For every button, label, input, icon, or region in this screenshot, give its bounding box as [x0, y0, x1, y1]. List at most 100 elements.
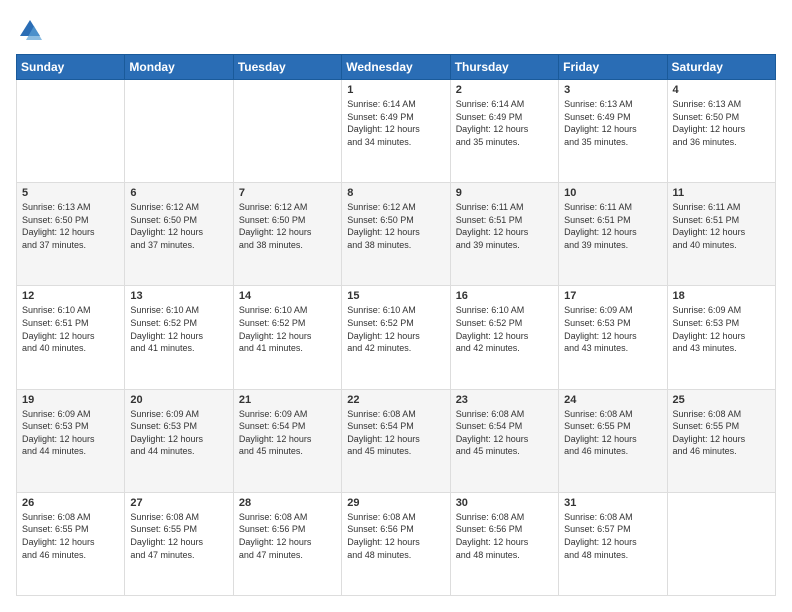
calendar-cell: 2Sunrise: 6:14 AMSunset: 6:49 PMDaylight…: [450, 80, 558, 183]
calendar-cell: [17, 80, 125, 183]
day-number: 7: [239, 187, 336, 199]
day-header-saturday: Saturday: [667, 55, 775, 80]
calendar-cell: 11 Sunrise: 6:11 AMSunset: 6:51 PMDayligh…: [667, 183, 775, 286]
day-info: Sunrise: 6:10 AMSunset: 6:51 PMDaylight:…: [22, 304, 119, 354]
day-header-monday: Monday: [125, 55, 233, 80]
calendar-cell: 18 Sunrise: 6:09 AMSunset: 6:53 PMDayligh…: [667, 286, 775, 389]
day-number: 17: [564, 290, 661, 302]
day-info: Sunrise: 6:10 AMSunset: 6:52 PMDaylight:…: [239, 304, 336, 354]
day-number: 12: [22, 290, 119, 302]
day-number: 28: [239, 497, 336, 509]
calendar-cell: [125, 80, 233, 183]
day-info: Sunrise: 6:08 AMSunset: 6:54 PMDaylight:…: [456, 408, 553, 458]
day-info: Sunrise: 6:12 AMSunset: 6:50 PMDaylight:…: [347, 201, 444, 251]
calendar-cell: 31 Sunrise: 6:08 AMSunset: 6:57 PMDayligh…: [559, 492, 667, 595]
day-info: Sunrise: 6:13 AMSunset: 6:49 PMDaylight:…: [564, 98, 661, 148]
calendar-cell: 1Sunrise: 6:14 AMSunset: 6:49 PMDaylight…: [342, 80, 450, 183]
week-row-3: 12 Sunrise: 6:10 AMSunset: 6:51 PMDayligh…: [17, 286, 776, 389]
day-number: 3: [564, 84, 661, 96]
day-number: 27: [130, 497, 227, 509]
calendar-cell: 22 Sunrise: 6:08 AMSunset: 6:54 PMDayligh…: [342, 389, 450, 492]
day-info: Sunrise: 6:12 AMSunset: 6:50 PMDaylight:…: [239, 201, 336, 251]
day-header-thursday: Thursday: [450, 55, 558, 80]
calendar-cell: 15 Sunrise: 6:10 AMSunset: 6:52 PMDayligh…: [342, 286, 450, 389]
day-number: 31: [564, 497, 661, 509]
calendar-cell: 3 Sunrise: 6:13 AMSunset: 6:49 PMDaylight…: [559, 80, 667, 183]
calendar-cell: 10 Sunrise: 6:11 AMSunset: 6:51 PMDayligh…: [559, 183, 667, 286]
day-number: 23: [456, 394, 553, 406]
day-number: 21: [239, 394, 336, 406]
day-number: 13: [130, 290, 227, 302]
day-number: 6: [130, 187, 227, 199]
calendar-cell: 14 Sunrise: 6:10 AMSunset: 6:52 PMDayligh…: [233, 286, 341, 389]
day-number: 18: [673, 290, 770, 302]
calendar-cell: 19Sunrise: 6:09 AMSunset: 6:53 PMDayligh…: [17, 389, 125, 492]
day-number: 10: [564, 187, 661, 199]
week-row-4: 19Sunrise: 6:09 AMSunset: 6:53 PMDayligh…: [17, 389, 776, 492]
week-row-2: 5 Sunrise: 6:13 AMSunset: 6:50 PMDaylight…: [17, 183, 776, 286]
calendar-cell: 8 Sunrise: 6:12 AMSunset: 6:50 PMDaylight…: [342, 183, 450, 286]
day-info: Sunrise: 6:08 AMSunset: 6:55 PMDaylight:…: [564, 408, 661, 458]
calendar-cell: 20Sunrise: 6:09 AMSunset: 6:53 PMDayligh…: [125, 389, 233, 492]
day-number: 15: [347, 290, 444, 302]
header: [16, 16, 776, 44]
calendar-cell: 16Sunrise: 6:10 AMSunset: 6:52 PMDayligh…: [450, 286, 558, 389]
week-row-1: 1Sunrise: 6:14 AMSunset: 6:49 PMDaylight…: [17, 80, 776, 183]
day-number: 25: [673, 394, 770, 406]
day-number: 11: [673, 187, 770, 199]
day-info: Sunrise: 6:09 AMSunset: 6:53 PMDaylight:…: [564, 304, 661, 354]
calendar-cell: 21Sunrise: 6:09 AMSunset: 6:54 PMDayligh…: [233, 389, 341, 492]
day-header-sunday: Sunday: [17, 55, 125, 80]
calendar-cell: 24 Sunrise: 6:08 AMSunset: 6:55 PMDayligh…: [559, 389, 667, 492]
calendar-cell: 7 Sunrise: 6:12 AMSunset: 6:50 PMDaylight…: [233, 183, 341, 286]
calendar-cell: 27Sunrise: 6:08 AMSunset: 6:55 PMDayligh…: [125, 492, 233, 595]
calendar-cell: 30 Sunrise: 6:08 AMSunset: 6:56 PMDayligh…: [450, 492, 558, 595]
day-number: 14: [239, 290, 336, 302]
day-number: 30: [456, 497, 553, 509]
calendar-cell: 29 Sunrise: 6:08 AMSunset: 6:56 PMDayligh…: [342, 492, 450, 595]
day-info: Sunrise: 6:12 AMSunset: 6:50 PMDaylight:…: [130, 201, 227, 251]
logo-icon: [16, 16, 44, 44]
day-info: Sunrise: 6:10 AMSunset: 6:52 PMDaylight:…: [347, 304, 444, 354]
week-row-5: 26 Sunrise: 6:08 AMSunset: 6:55 PMDayligh…: [17, 492, 776, 595]
calendar-cell: [667, 492, 775, 595]
day-info: Sunrise: 6:11 AMSunset: 6:51 PMDaylight:…: [456, 201, 553, 251]
day-info: Sunrise: 6:13 AMSunset: 6:50 PMDaylight:…: [22, 201, 119, 251]
calendar-cell: [233, 80, 341, 183]
day-info: Sunrise: 6:09 AMSunset: 6:53 PMDaylight:…: [22, 408, 119, 458]
day-header-friday: Friday: [559, 55, 667, 80]
day-number: 5: [22, 187, 119, 199]
calendar-cell: 28Sunrise: 6:08 AMSunset: 6:56 PMDayligh…: [233, 492, 341, 595]
day-info: Sunrise: 6:14 AMSunset: 6:49 PMDaylight:…: [347, 98, 444, 148]
page: SundayMondayTuesdayWednesdayThursdayFrid…: [0, 0, 792, 612]
day-number: 24: [564, 394, 661, 406]
day-number: 22: [347, 394, 444, 406]
logo: [16, 16, 48, 44]
day-info: Sunrise: 6:11 AMSunset: 6:51 PMDaylight:…: [673, 201, 770, 251]
calendar-cell: 6 Sunrise: 6:12 AMSunset: 6:50 PMDaylight…: [125, 183, 233, 286]
day-info: Sunrise: 6:08 AMSunset: 6:56 PMDaylight:…: [347, 511, 444, 561]
day-info: Sunrise: 6:09 AMSunset: 6:53 PMDaylight:…: [673, 304, 770, 354]
day-number: 16: [456, 290, 553, 302]
day-number: 29: [347, 497, 444, 509]
day-number: 8: [347, 187, 444, 199]
day-number: 26: [22, 497, 119, 509]
calendar-cell: 12 Sunrise: 6:10 AMSunset: 6:51 PMDayligh…: [17, 286, 125, 389]
calendar-cell: 9 Sunrise: 6:11 AMSunset: 6:51 PMDaylight…: [450, 183, 558, 286]
day-info: Sunrise: 6:09 AMSunset: 6:53 PMDaylight:…: [130, 408, 227, 458]
day-info: Sunrise: 6:13 AMSunset: 6:50 PMDaylight:…: [673, 98, 770, 148]
day-info: Sunrise: 6:08 AMSunset: 6:56 PMDaylight:…: [456, 511, 553, 561]
day-header-wednesday: Wednesday: [342, 55, 450, 80]
day-info: Sunrise: 6:08 AMSunset: 6:55 PMDaylight:…: [673, 408, 770, 458]
day-info: Sunrise: 6:08 AMSunset: 6:57 PMDaylight:…: [564, 511, 661, 561]
day-info: Sunrise: 6:08 AMSunset: 6:55 PMDaylight:…: [22, 511, 119, 561]
day-info: Sunrise: 6:08 AMSunset: 6:54 PMDaylight:…: [347, 408, 444, 458]
day-info: Sunrise: 6:11 AMSunset: 6:51 PMDaylight:…: [564, 201, 661, 251]
calendar-cell: 5 Sunrise: 6:13 AMSunset: 6:50 PMDaylight…: [17, 183, 125, 286]
calendar-cell: 26 Sunrise: 6:08 AMSunset: 6:55 PMDayligh…: [17, 492, 125, 595]
day-number: 9: [456, 187, 553, 199]
calendar-cell: 17 Sunrise: 6:09 AMSunset: 6:53 PMDayligh…: [559, 286, 667, 389]
calendar-cell: 13 Sunrise: 6:10 AMSunset: 6:52 PMDayligh…: [125, 286, 233, 389]
day-info: Sunrise: 6:10 AMSunset: 6:52 PMDaylight:…: [130, 304, 227, 354]
calendar-header-row: SundayMondayTuesdayWednesdayThursdayFrid…: [17, 55, 776, 80]
